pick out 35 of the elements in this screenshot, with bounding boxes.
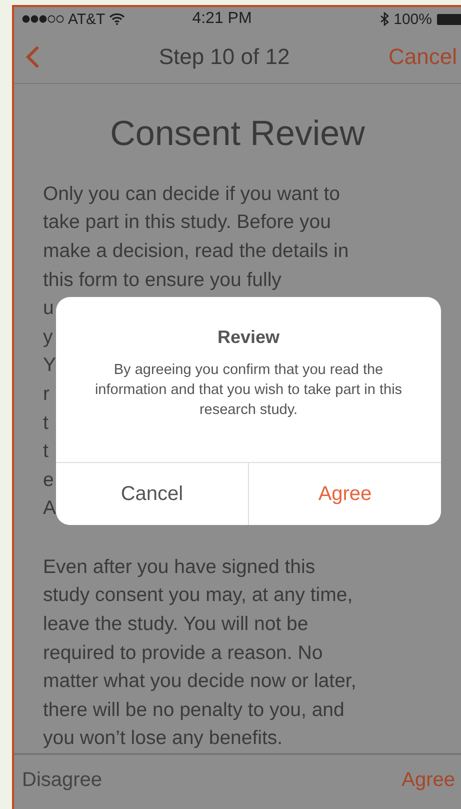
paragraph-line: t [43,439,48,464]
dialog-title: Review [216,327,281,348]
wifi-icon [109,13,126,26]
agree-button[interactable]: Agree [402,768,455,792]
paragraph-line: there will be no penalty to you, and [43,698,344,723]
paragraph-line: Only you can decide if you want to [43,182,340,207]
paragraph-line: this form to ensure you fully [43,268,282,293]
bluetooth-icon [380,12,389,26]
paragraph-line: u [43,296,54,322]
battery-percent: 100% [394,10,432,28]
page-heading: Consent Review [109,114,366,154]
dialog-message: By agreeing you confirm that you read the information and that you wish to take part in this research study. [94,361,404,420]
disagree-button[interactable]: Disagree [22,768,102,792]
paragraph-line: you won’t lose any benefits. [43,726,283,752]
clock: 4:21 PM [191,10,253,28]
paragraph-line: make a decision, read the details in [43,238,349,264]
paragraph-line: leave the study. You will not be [43,612,308,638]
battery-icon [437,14,461,25]
paragraph-line: r [43,382,50,407]
paragraph-line: study consent you may, at any time, [43,583,353,608]
paragraph-line: e [43,468,54,493]
paragraph-line: Even after you have signed this [43,554,316,580]
paragraph-line: matter what you decide now or later, [43,669,356,694]
signal-icon [22,15,64,24]
paragraph-line: A [43,496,56,522]
paragraph-line: y [43,324,53,350]
paragraph-line: Y [43,353,56,378]
step-title: Step 10 of 12 [158,44,291,70]
paragraph-line: take part in this study. Before you [43,210,331,236]
paragraph-line: t [43,410,48,436]
back-icon[interactable] [26,44,40,69]
cancel-link[interactable]: Cancel [388,44,457,70]
paragraph-line: required to provide a reason. No [43,640,323,666]
agree-button[interactable]: Agree [248,463,441,525]
carrier-label: AT&T [68,10,106,28]
